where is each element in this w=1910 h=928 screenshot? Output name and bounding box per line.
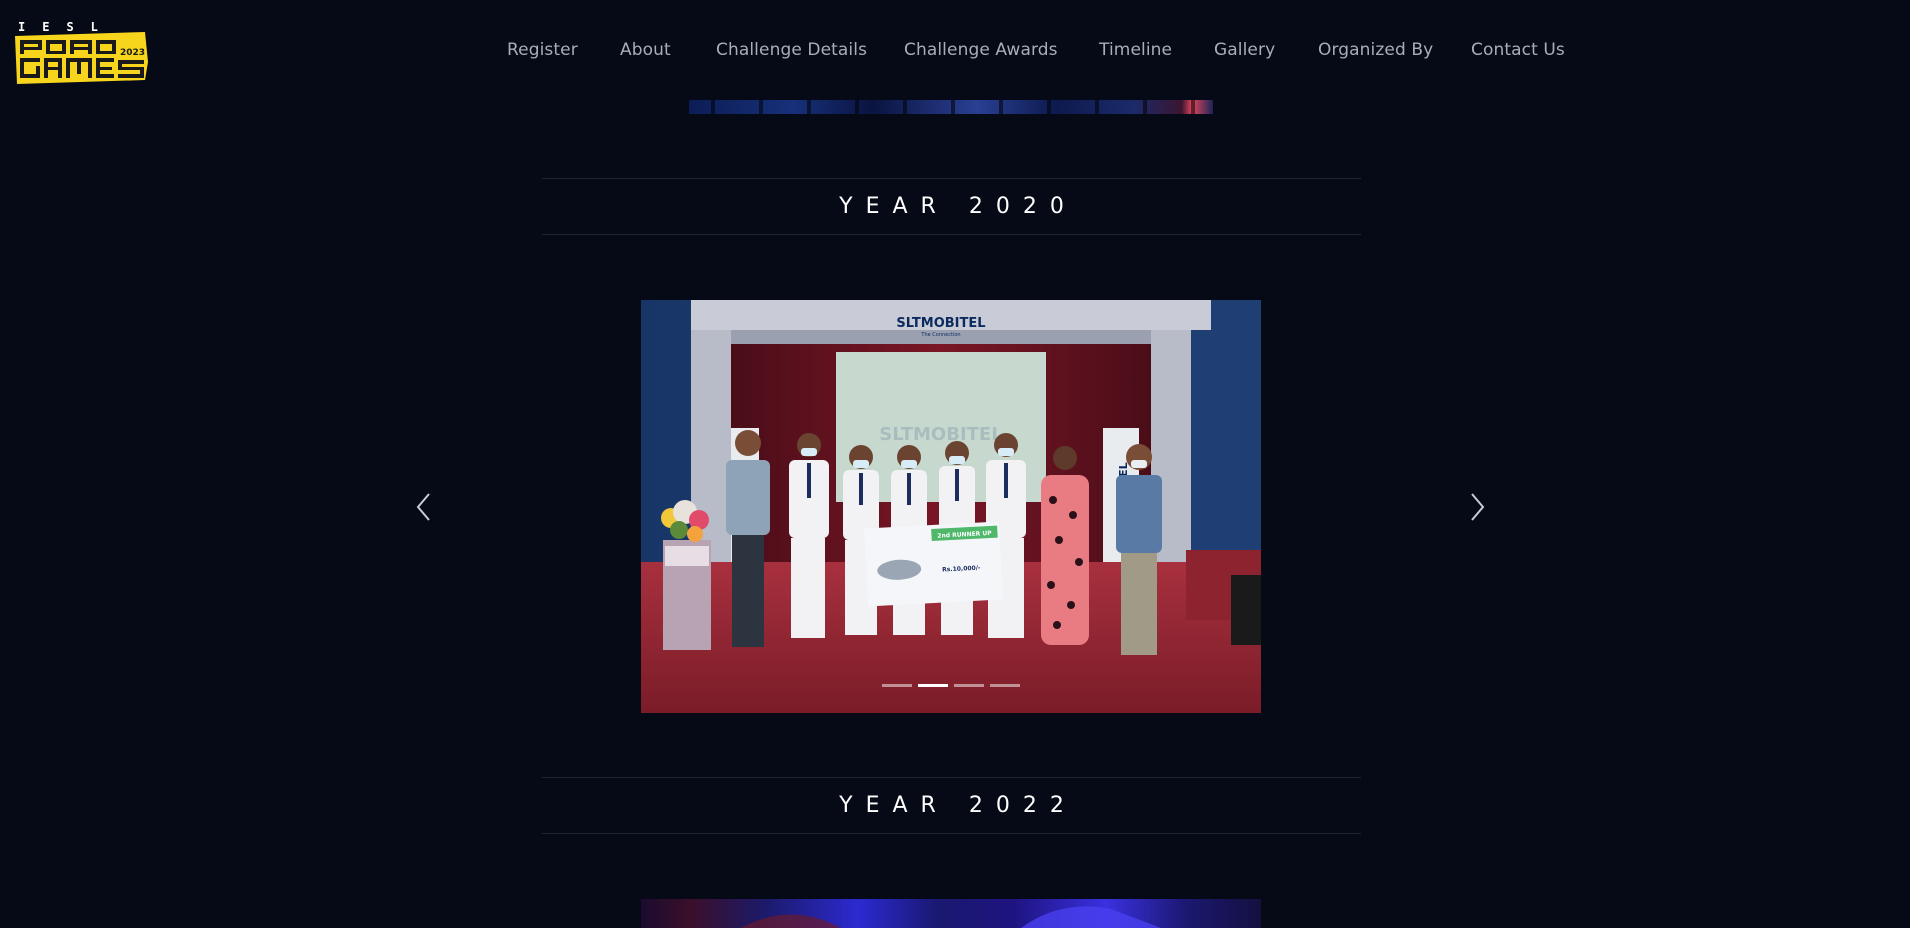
backdrop-logo-text: SLTMOBITEL (896, 316, 985, 331)
nav-register[interactable]: Register (507, 40, 578, 60)
carousel-indicator-4[interactable] (990, 684, 1020, 687)
nav-contact-us[interactable]: Contact Us (1471, 40, 1565, 60)
next-gallery-image (641, 899, 1261, 928)
nav-timeline[interactable]: Timeline (1099, 40, 1172, 60)
site-header: IESL 2023 Register About Challenge Detai… (0, 0, 1910, 100)
carousel-indicator-1[interactable] (882, 684, 912, 687)
year-2022-title: YEAR 2022 (839, 793, 1077, 818)
carousel-indicators (882, 684, 1022, 688)
carousel-indicator-3[interactable] (954, 684, 984, 687)
chevron-right-icon (1471, 493, 1485, 521)
screen-logo-text: SLTMOBITEL (879, 424, 1002, 445)
logo-top-text: IESL (18, 20, 115, 34)
nav-challenge-awards[interactable]: Challenge Awards (904, 40, 1058, 60)
award-cheque: 2nd RUNNER UP Rs.10,000/- (864, 521, 1003, 607)
year-2022-heading: YEAR 2022 (542, 777, 1361, 834)
award-ceremony-photo: SLTMOBITEL SLTMOBITEL The Connection SLT… (641, 300, 1261, 713)
main-nav: Register About Challenge Details Challen… (0, 40, 1910, 62)
carousel-indicator-2[interactable] (918, 684, 948, 687)
year-2020-heading: YEAR 2020 (542, 178, 1361, 235)
gallery-carousel[interactable]: SLTMOBITEL SLTMOBITEL The Connection SLT… (641, 300, 1261, 713)
gallery-page: IESL 2023 Register About Challenge Detai… (0, 0, 1910, 928)
year-2020-title: YEAR 2020 (839, 194, 1077, 219)
carousel-prev-button[interactable] (409, 490, 439, 524)
nav-organized-by[interactable]: Organized By (1318, 40, 1433, 60)
nav-challenge-details[interactable]: Challenge Details (716, 40, 867, 60)
nav-about[interactable]: About (620, 40, 671, 60)
chevron-left-icon (416, 493, 430, 521)
previous-gallery-image (689, 100, 1213, 114)
nav-gallery[interactable]: Gallery (1214, 40, 1275, 60)
carousel-next-button[interactable] (1462, 490, 1492, 524)
backdrop-tagline-text: The Connection (920, 332, 960, 338)
